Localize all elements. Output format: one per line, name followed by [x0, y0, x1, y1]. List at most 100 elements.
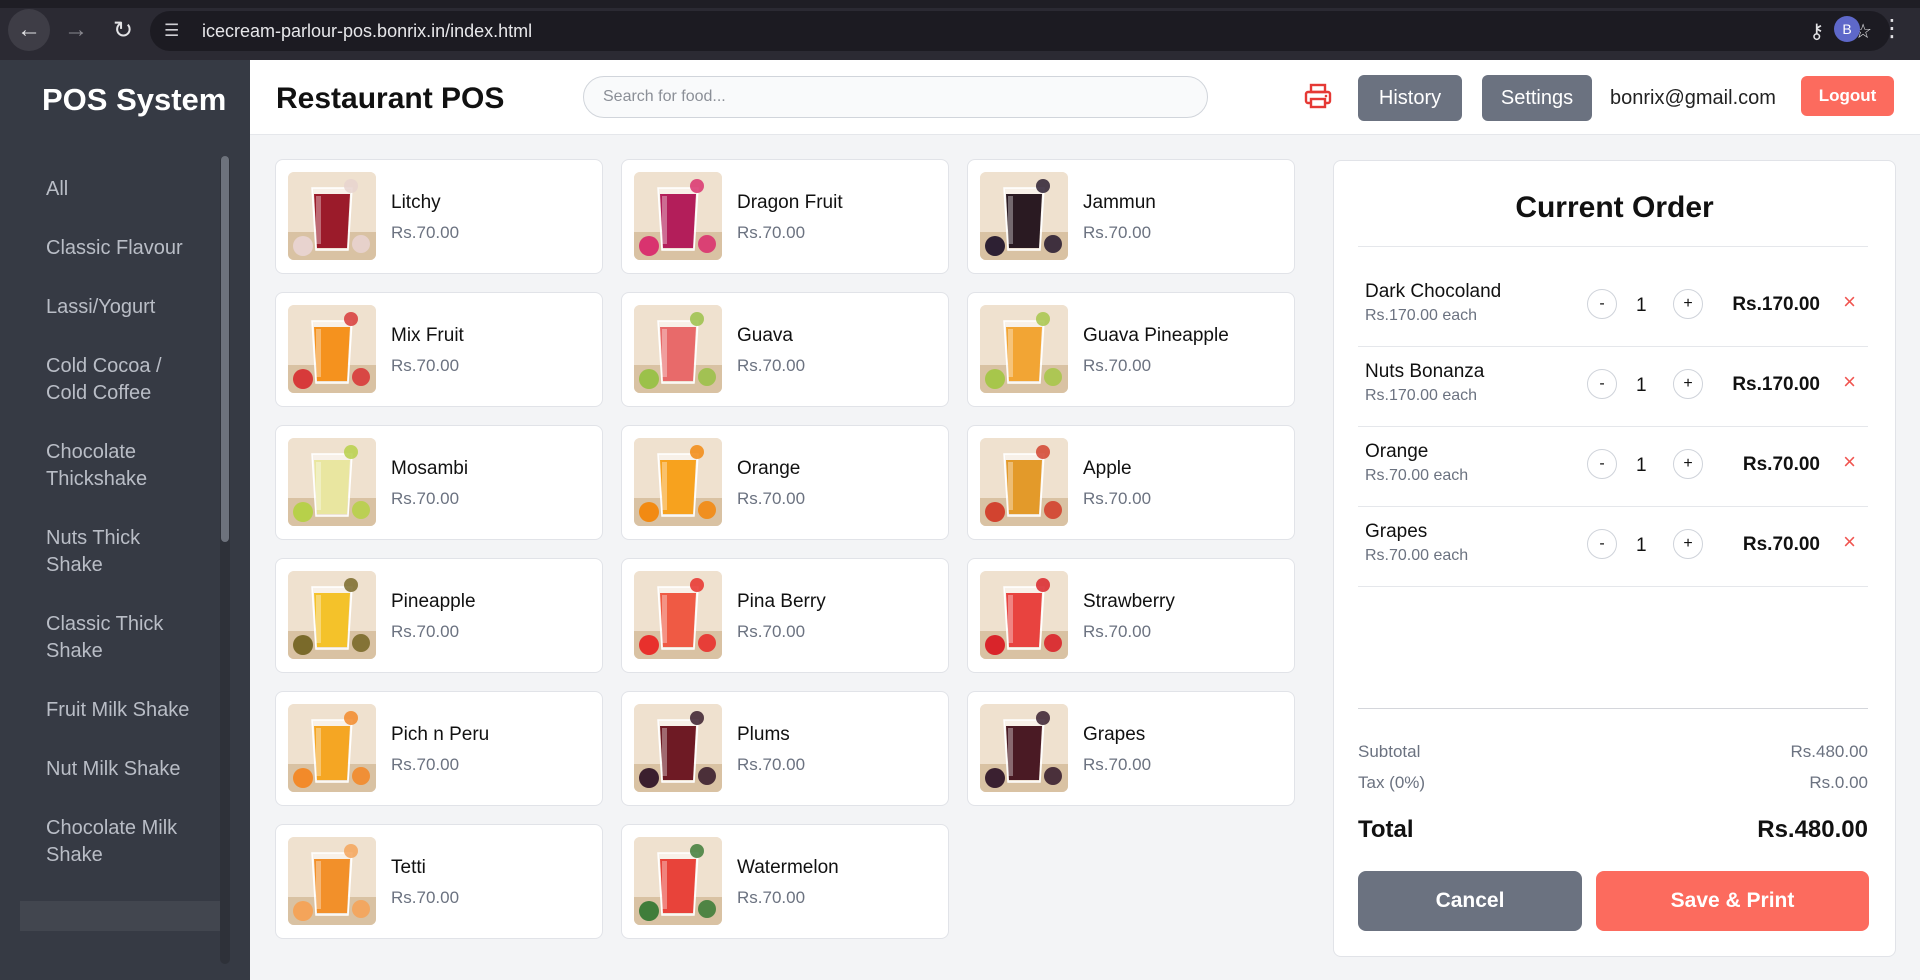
printer-icon[interactable] [1302, 80, 1334, 112]
decrease-qty-button[interactable]: - [1587, 289, 1617, 319]
product-price: Rs.70.00 [391, 223, 460, 242]
product-card[interactable]: Mosambi Rs.70.00 [275, 425, 603, 540]
page-title: Restaurant POS [276, 82, 505, 115]
product-image [634, 305, 722, 393]
product-price: Rs.70.00 [737, 888, 806, 907]
sidebar-item[interactable]: Nuts Thick Shake [20, 509, 220, 595]
cancel-button[interactable]: Cancel [1358, 871, 1582, 931]
order-item-unit-price: Rs.170.00 each [1365, 387, 1478, 404]
decrease-qty-button[interactable]: - [1587, 369, 1617, 399]
increase-qty-button[interactable]: + [1673, 369, 1703, 399]
sidebar-scrollbar-thumb[interactable] [221, 156, 229, 542]
sidebar-item[interactable]: Nut Milk Shake [20, 740, 220, 799]
password-key-icon[interactable]: ⚷ [1809, 19, 1824, 44]
reload-icon[interactable]: ↻ [102, 9, 144, 51]
search-input[interactable] [583, 76, 1208, 118]
sidebar-item[interactable]: Cold Cocoa / Cold Coffee [20, 337, 220, 423]
order-item-list: Dark Chocoland Rs.170.00 each -1 + Rs.170.00… [1358, 267, 1868, 587]
back-icon[interactable]: ← [8, 9, 50, 51]
product-card[interactable]: Orange Rs.70.00 [621, 425, 949, 540]
product-image [980, 704, 1068, 792]
increase-qty-button[interactable]: + [1673, 449, 1703, 479]
browser-toolbar: ← → ↻ ☰ icecream-parlour-pos.bonrix.in/i… [0, 0, 1920, 60]
product-price: Rs.70.00 [1083, 755, 1152, 774]
product-name: Mix Fruit [391, 325, 464, 346]
product-image [288, 305, 376, 393]
order-item-total: Rs.70.00 [1742, 454, 1820, 475]
product-card[interactable]: Pineapple Rs.70.00 [275, 558, 603, 673]
address-bar[interactable]: ☰ icecream-parlour-pos.bonrix.in/index.h… [150, 11, 1890, 51]
product-card[interactable]: Grapes Rs.70.00 [967, 691, 1295, 806]
product-grid: Litchy Rs.70.00 Dragon Fruit Rs.70.00 Jammun… [275, 159, 1295, 939]
product-card[interactable]: Plums Rs.70.00 [621, 691, 949, 806]
product-card[interactable]: Guava Pineapple Rs.70.00 [967, 292, 1295, 407]
logout-button[interactable]: Logout [1801, 76, 1894, 116]
settings-button[interactable]: Settings [1482, 75, 1592, 121]
total-label: Total [1358, 816, 1414, 843]
forward-icon[interactable]: → [55, 9, 97, 51]
product-card[interactable]: Apple Rs.70.00 [967, 425, 1295, 540]
increase-qty-button[interactable]: + [1673, 529, 1703, 559]
product-card[interactable]: Strawberry Rs.70.00 [967, 558, 1295, 673]
product-card[interactable]: Pina Berry Rs.70.00 [621, 558, 949, 673]
quantity-value: 1 [1636, 295, 1647, 316]
tax-label: Tax (0%) [1358, 773, 1426, 792]
product-image [634, 438, 722, 526]
decrease-qty-button[interactable]: - [1587, 529, 1617, 559]
remove-item-icon[interactable]: × [1843, 289, 1856, 315]
order-item-name: Grapes [1365, 521, 1428, 542]
sidebar-item[interactable]: Chocolate Milk Shake [20, 799, 220, 885]
increase-qty-button[interactable]: + [1673, 289, 1703, 319]
site-settings-icon[interactable]: ☰ [164, 21, 194, 41]
sidebar-item[interactable]: Chocolate Thickshake [20, 423, 220, 509]
remove-item-icon[interactable]: × [1843, 529, 1856, 555]
current-order-panel: Current Order Dark Chocoland Rs.170.00 ea… [1333, 160, 1896, 957]
order-item-total: Rs.170.00 [1732, 294, 1820, 315]
product-name: Pina Berry [737, 591, 826, 612]
quantity-value: 1 [1636, 375, 1647, 396]
profile-avatar[interactable]: B [1834, 16, 1860, 42]
product-card[interactable]: Dragon Fruit Rs.70.00 [621, 159, 949, 274]
product-image [980, 438, 1068, 526]
product-card[interactable]: Mix Fruit Rs.70.00 [275, 292, 603, 407]
sidebar-item[interactable]: Classic Thick Shake [20, 595, 220, 681]
sidebar-title: POS System [42, 82, 227, 117]
url-text[interactable]: icecream-parlour-pos.bonrix.in/index.htm… [202, 21, 532, 42]
browser-menu-icon[interactable]: ⋮ [1880, 14, 1904, 43]
sidebar-item[interactable]: Classic Flavour [20, 219, 220, 278]
history-button[interactable]: History [1358, 75, 1462, 121]
remove-item-icon[interactable]: × [1843, 449, 1856, 475]
product-name: Grapes [1083, 724, 1146, 745]
product-image [634, 571, 722, 659]
sidebar-item[interactable]: All [20, 160, 220, 219]
product-name: Guava [737, 325, 793, 346]
product-image [288, 837, 376, 925]
remove-item-icon[interactable]: × [1843, 369, 1856, 395]
product-card[interactable]: Watermelon Rs.70.00 [621, 824, 949, 939]
order-item-name: Nuts Bonanza [1365, 361, 1485, 382]
sidebar-item-partial[interactable] [20, 901, 220, 931]
product-card[interactable]: Pich n Peru Rs.70.00 [275, 691, 603, 806]
quantity-value: 1 [1636, 455, 1647, 476]
product-card[interactable]: Tetti Rs.70.00 [275, 824, 603, 939]
product-card[interactable]: Litchy Rs.70.00 [275, 159, 603, 274]
product-price: Rs.70.00 [737, 755, 806, 774]
order-item: Grapes Rs.70.00 each -1 + Rs.70.00 × [1358, 507, 1868, 587]
order-item: Dark Chocoland Rs.170.00 each -1 + Rs.170.00… [1358, 267, 1868, 347]
sidebar-item[interactable]: Fruit Milk Shake [20, 681, 220, 740]
product-image [288, 172, 376, 260]
product-name: Jammun [1083, 192, 1156, 213]
product-price: Rs.70.00 [737, 356, 806, 375]
decrease-qty-button[interactable]: - [1587, 449, 1617, 479]
product-card[interactable]: Jammun Rs.70.00 [967, 159, 1295, 274]
sidebar-item[interactable]: Lassi/Yogurt [20, 278, 220, 337]
quantity-value: 1 [1636, 535, 1647, 556]
save-print-button[interactable]: Save & Print [1596, 871, 1869, 931]
sidebar: POS System All Classic Flavour Lassi/Yogur… [0, 60, 250, 980]
product-name: Pineapple [391, 591, 476, 612]
product-card[interactable]: Guava Rs.70.00 [621, 292, 949, 407]
order-item-total: Rs.170.00 [1732, 374, 1820, 395]
product-price: Rs.70.00 [737, 489, 806, 508]
product-image [634, 704, 722, 792]
product-price: Rs.70.00 [1083, 356, 1152, 375]
